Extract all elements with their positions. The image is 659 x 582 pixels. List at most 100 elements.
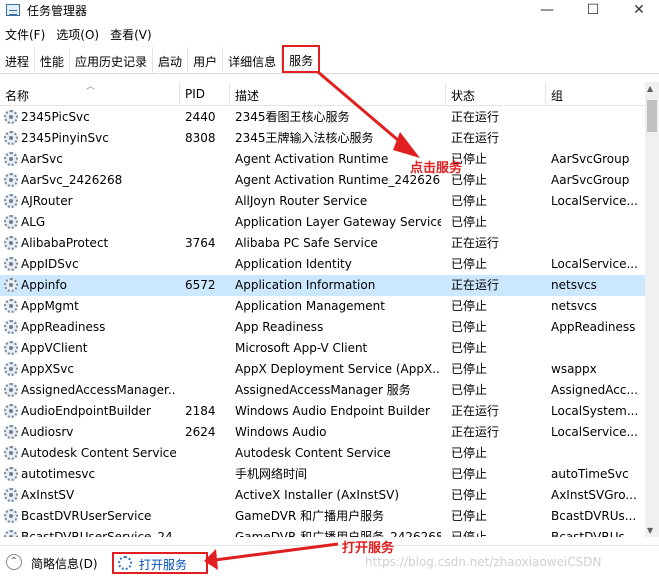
column-description[interactable]: 描述 xyxy=(230,82,446,106)
service-group: wsappx xyxy=(551,362,597,376)
service-pid xyxy=(185,506,225,527)
fewer-details-link[interactable]: 简略信息(D) xyxy=(31,555,98,572)
scroll-up-icon[interactable]: ▲ xyxy=(647,84,653,93)
service-status: 已停止 xyxy=(451,467,488,481)
service-gear-icon xyxy=(4,236,18,250)
service-status: 已停止 xyxy=(451,341,488,355)
service-description: App Readiness xyxy=(235,320,324,334)
service-description: 2345看图王核心服务 xyxy=(235,110,350,124)
services-gear-icon xyxy=(118,556,132,570)
tab-details[interactable]: 详细信息 xyxy=(223,47,283,73)
service-gear-icon xyxy=(4,194,18,208)
tab-services[interactable]: 服务 xyxy=(282,45,321,73)
service-pid: 3764 xyxy=(185,236,216,250)
close-button[interactable]: ✕ xyxy=(619,0,659,22)
service-row[interactable]: 2345PicSvc 2440 2345看图王核心服务 正在运行 xyxy=(0,107,645,128)
service-pid xyxy=(185,527,225,537)
service-gear-icon xyxy=(4,467,18,481)
service-gear-icon xyxy=(4,488,18,502)
vertical-scrollbar[interactable]: ▲ ▼ xyxy=(645,82,659,537)
open-services-link[interactable]: 打开服务 xyxy=(112,552,208,574)
service-group: AarSvcGroup xyxy=(551,173,630,187)
service-status: 正在运行 xyxy=(451,110,500,124)
service-name: Appinfo xyxy=(21,278,67,292)
minimize-button[interactable]: — xyxy=(527,0,567,22)
tab-processes[interactable]: 进程 xyxy=(0,47,36,73)
service-gear-icon xyxy=(4,131,18,145)
service-description: Application Identity xyxy=(235,257,352,271)
service-pid xyxy=(185,338,225,359)
service-gear-icon xyxy=(4,446,18,460)
service-row[interactable]: AlibabaProtect 3764 Alibaba PC Safe Servic… xyxy=(0,233,645,254)
service-description: AllJoyn Router Service xyxy=(235,194,368,208)
column-status[interactable]: 状态 xyxy=(446,82,546,106)
service-description: 手机网络时间 xyxy=(235,467,308,481)
service-name: AppXSvc xyxy=(21,362,74,376)
service-group: autoTimeSvc xyxy=(551,467,629,481)
service-row[interactable]: autotimesvc 手机网络时间 已停止 autoTimeSvc xyxy=(0,464,645,485)
service-pid: 2624 xyxy=(185,425,216,439)
service-name: BcastDVRUserService_24... xyxy=(21,530,176,537)
service-group xyxy=(551,107,639,128)
service-pid: 6572 xyxy=(185,278,216,292)
service-name: Autodesk Content Service xyxy=(21,446,176,460)
service-group: BcastDVRUs... xyxy=(551,509,637,523)
service-row[interactable]: AJRouter AllJoyn Router Service 已停止 LocalSe… xyxy=(0,191,645,212)
service-group: netsvcs xyxy=(551,278,597,292)
service-gear-icon xyxy=(4,320,18,334)
service-row[interactable]: BcastDVRUserService_24... GameDVR 和广播用户服务… xyxy=(0,527,645,537)
scroll-down-icon[interactable]: ▼ xyxy=(647,526,653,535)
column-group[interactable]: 组 xyxy=(546,82,645,106)
service-row[interactable]: AssignedAccessManager... AssignedAccessMa… xyxy=(0,380,645,401)
service-group: BcastDVRUs... xyxy=(551,530,637,537)
service-group: LocalService... xyxy=(551,425,638,439)
service-pid xyxy=(185,380,225,401)
tab-startup[interactable]: 启动 xyxy=(153,47,189,73)
service-group: AssignedAcc... xyxy=(551,383,638,397)
service-row[interactable]: AppXSvc AppX Deployment Service (AppX... 已… xyxy=(0,359,645,380)
service-name: AppMgmt xyxy=(21,299,79,313)
menu-file[interactable]: 文件(F) xyxy=(0,24,51,44)
service-name: 2345PicSvc xyxy=(21,110,90,124)
service-name: AssignedAccessManager... xyxy=(21,383,176,397)
tab-performance[interactable]: 性能 xyxy=(35,47,71,73)
service-pid xyxy=(185,149,225,170)
menu-view[interactable]: 查看(V) xyxy=(105,24,158,44)
service-status: 已停止 xyxy=(451,194,488,208)
service-gear-icon xyxy=(4,278,18,292)
menu-options[interactable]: 选项(O) xyxy=(51,24,105,44)
service-row[interactable]: Autodesk Content Service Autodesk Content… xyxy=(0,443,645,464)
service-group: AarSvcGroup xyxy=(551,152,630,166)
service-row[interactable]: AppVClient Microsoft App-V Client 已停止 xyxy=(0,338,645,359)
service-row[interactable]: AppReadiness App Readiness 已停止 AppReadiness xyxy=(0,317,645,338)
tab-app-history[interactable]: 应用历史记录 xyxy=(70,47,154,73)
service-name: autotimesvc xyxy=(21,467,96,481)
column-pid[interactable]: PID xyxy=(180,82,230,106)
service-row[interactable]: BcastDVRUserService GameDVR 和广播用户服务 已停止 Bca… xyxy=(0,506,645,527)
service-group xyxy=(551,233,639,254)
maximize-button[interactable]: ☐ xyxy=(573,0,613,22)
service-row[interactable]: Audiosrv 2624 Windows Audio 正在运行 LocalServic… xyxy=(0,422,645,443)
service-group: netsvcs xyxy=(551,299,597,313)
service-pid xyxy=(185,296,225,317)
service-group xyxy=(551,128,639,149)
service-status: 正在运行 xyxy=(451,236,500,250)
service-description: GameDVR 和广播用户服务_2426268 xyxy=(235,530,441,537)
service-row[interactable]: Appinfo 6572 Application Information 正在运行 ne… xyxy=(0,275,645,296)
service-row[interactable]: ALG Application Layer Gateway Service 已停止 xyxy=(0,212,645,233)
service-row[interactable]: 2345PinyinSvc 8308 2345王牌输入法核心服务 正在运行 xyxy=(0,128,645,149)
service-status: 已停止 xyxy=(451,173,488,187)
column-name[interactable]: 名称 xyxy=(0,82,180,106)
service-row[interactable]: AarSvc Agent Activation Runtime 已停止 AarSvcG… xyxy=(0,149,645,170)
scroll-thumb[interactable] xyxy=(647,100,657,132)
service-gear-icon xyxy=(4,110,18,124)
service-row[interactable]: AudioEndpointBuilder 2184 Windows Audio En… xyxy=(0,401,645,422)
service-row[interactable]: AppIDSvc Application Identity 已停止 LocalServ… xyxy=(0,254,645,275)
service-row[interactable]: AppMgmt Application Management 已停止 netsvcs xyxy=(0,296,645,317)
chevron-up-icon[interactable]: ⌃ xyxy=(6,554,22,570)
services-list: 2345PicSvc 2440 2345看图王核心服务 正在运行 2345PinyinS… xyxy=(0,107,645,537)
service-gear-icon xyxy=(4,425,18,439)
tab-users[interactable]: 用户 xyxy=(188,47,224,73)
service-row[interactable]: AxInstSV ActiveX Installer (AxInstSV) 已停止 A… xyxy=(0,485,645,506)
service-row[interactable]: AarSvc_2426268 Agent Activation Runtime_2… xyxy=(0,170,645,191)
